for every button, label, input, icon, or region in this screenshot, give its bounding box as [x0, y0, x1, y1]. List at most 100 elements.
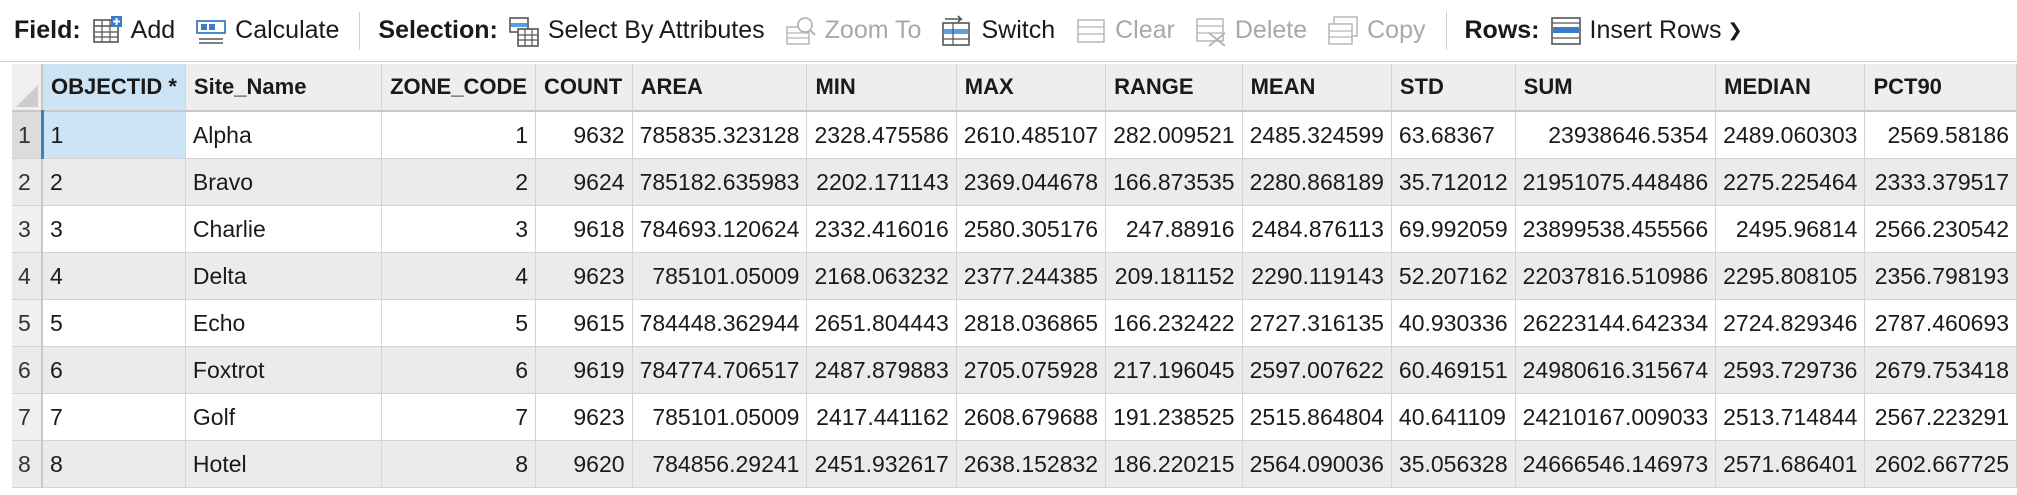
table-cell[interactable]: 785101.05009 — [632, 252, 808, 300]
table-cell[interactable]: 26223144.642334 — [1515, 299, 1717, 347]
column-header[interactable]: PCT90 — [1864, 64, 2017, 112]
table-cell[interactable]: 24666546.146973 — [1515, 440, 1717, 488]
table-cell[interactable]: 2 — [42, 158, 186, 206]
table-row[interactable]: 6 6 Foxtrot 6 9619 784774.706517 2487.879883 27… — [12, 346, 2017, 394]
table-cell[interactable]: 9623 — [535, 393, 633, 441]
table-cell[interactable]: 2651.804443 — [806, 299, 957, 347]
table-cell[interactable]: 784693.120624 — [632, 205, 808, 253]
table-cell[interactable]: 2417.441162 — [806, 393, 957, 441]
table-cell[interactable]: 2513.714844 — [1715, 393, 1866, 441]
table-cell[interactable]: 52.207162 — [1391, 252, 1516, 300]
table-cell[interactable]: 785835.323128 — [632, 111, 808, 159]
table-cell[interactable]: 3 — [381, 205, 537, 253]
table-cell[interactable]: 2724.829346 — [1715, 299, 1866, 347]
table-cell[interactable]: 2487.879883 — [806, 346, 957, 394]
table-cell[interactable]: 785182.635983 — [632, 158, 808, 206]
table-cell[interactable]: 9632 — [535, 111, 633, 159]
table-cell[interactable]: 8 — [42, 440, 186, 488]
table-cell[interactable]: 22037816.510986 — [1515, 252, 1717, 300]
table-cell[interactable]: 2202.171143 — [806, 158, 957, 206]
select-by-attributes-button[interactable]: Select By Attributes — [508, 15, 765, 47]
table-cell[interactable]: 282.009521 — [1105, 111, 1243, 159]
table-cell[interactable]: 2569.58186 — [1864, 111, 2017, 159]
table-cell[interactable]: 2593.729736 — [1715, 346, 1866, 394]
column-header[interactable]: MIN — [806, 64, 957, 112]
table-cell[interactable]: 2580.305176 — [956, 205, 1107, 253]
table-cell[interactable]: Echo — [185, 299, 383, 347]
row-number[interactable]: 6 — [12, 346, 43, 394]
table-cell[interactable]: 2356.798193 — [1864, 252, 2017, 300]
column-header[interactable]: STD — [1391, 64, 1516, 112]
table-cell[interactable]: 63.68367 — [1391, 111, 1516, 159]
table-cell[interactable]: 2818.036865 — [956, 299, 1107, 347]
table-cell[interactable]: Charlie — [185, 205, 383, 253]
table-cell[interactable]: 9615 — [535, 299, 633, 347]
table-cell[interactable]: 23899538.455566 — [1515, 205, 1717, 253]
table-cell[interactable]: 191.238525 — [1105, 393, 1243, 441]
table-cell[interactable]: 4 — [42, 252, 186, 300]
table-cell[interactable]: 2377.244385 — [956, 252, 1107, 300]
table-cell[interactable]: 784856.29241 — [632, 440, 808, 488]
table-cell[interactable]: 23938646.5354 — [1515, 111, 1717, 159]
table-cell[interactable]: 784448.362944 — [632, 299, 808, 347]
table-cell[interactable]: 7 — [381, 393, 537, 441]
table-cell[interactable]: 9623 — [535, 252, 633, 300]
table-cell[interactable]: 40.641109 — [1391, 393, 1516, 441]
table-cell[interactable]: Hotel — [185, 440, 383, 488]
table-cell[interactable]: 2597.007622 — [1242, 346, 1392, 394]
column-header[interactable]: MEDIAN — [1715, 64, 1866, 112]
table-cell[interactable]: Foxtrot — [185, 346, 383, 394]
column-header[interactable]: MAX — [956, 64, 1107, 112]
table-cell[interactable]: 166.873535 — [1105, 158, 1243, 206]
table-cell[interactable]: Golf — [185, 393, 383, 441]
switch-selection-button[interactable]: Switch — [941, 14, 1055, 47]
table-cell[interactable]: 2567.223291 — [1864, 393, 2017, 441]
table-cell[interactable]: 247.88916 — [1105, 205, 1243, 253]
table-cell[interactable]: 2 — [381, 158, 537, 206]
delete-button[interactable]: Delete — [1195, 15, 1307, 47]
table-cell[interactable]: 9619 — [535, 346, 633, 394]
table-cell[interactable]: 9618 — [535, 205, 633, 253]
table-cell[interactable]: 2489.060303 — [1715, 111, 1866, 159]
select-all-corner[interactable] — [12, 64, 43, 112]
table-cell[interactable]: 2610.485107 — [956, 111, 1107, 159]
table-row[interactable]: 7 7 Golf 7 9623 785101.05009 2417.441162 2608.6… — [12, 393, 2017, 441]
table-cell[interactable]: 166.232422 — [1105, 299, 1243, 347]
insert-rows-dropdown[interactable]: Insert Rows ❯ — [1550, 15, 1743, 47]
row-number[interactable]: 5 — [12, 299, 43, 347]
table-cell[interactable]: 40.930336 — [1391, 299, 1516, 347]
table-cell[interactable]: Bravo — [185, 158, 383, 206]
table-row[interactable]: 1 1 Alpha 1 9632 785835.323128 2328.475586 2610… — [12, 111, 2017, 159]
table-cell[interactable]: 6 — [42, 346, 186, 394]
table-cell[interactable]: 784774.706517 — [632, 346, 808, 394]
table-cell[interactable]: 2602.667725 — [1864, 440, 2017, 488]
row-number[interactable]: 7 — [12, 393, 43, 441]
column-header[interactable]: SUM — [1515, 64, 1717, 112]
table-cell[interactable]: 2485.324599 — [1242, 111, 1392, 159]
column-header[interactable]: OBJECTID * — [42, 64, 186, 112]
table-row[interactable]: 2 2 Bravo 2 9624 785182.635983 2202.171143 2369… — [12, 158, 2017, 206]
column-header[interactable]: RANGE — [1105, 64, 1243, 112]
table-cell[interactable]: 9620 — [535, 440, 633, 488]
table-cell[interactable]: 2566.230542 — [1864, 205, 2017, 253]
column-header[interactable]: MEAN — [1242, 64, 1392, 112]
table-cell[interactable]: 21951075.448486 — [1515, 158, 1717, 206]
table-cell[interactable]: 7 — [42, 393, 186, 441]
table-cell[interactable]: 2515.864804 — [1242, 393, 1392, 441]
table-cell[interactable]: 2451.932617 — [806, 440, 957, 488]
table-cell[interactable]: Alpha — [185, 111, 383, 159]
table-cell[interactable]: 2275.225464 — [1715, 158, 1866, 206]
table-cell[interactable]: 2495.96814 — [1715, 205, 1866, 253]
clear-selection-button[interactable]: Clear — [1075, 15, 1175, 47]
table-cell[interactable]: 35.056328 — [1391, 440, 1516, 488]
table-cell[interactable]: 3 — [42, 205, 186, 253]
table-row[interactable]: 8 8 Hotel 8 9620 784856.29241 2451.932617 2638.… — [12, 440, 2017, 488]
table-cell[interactable]: 2727.316135 — [1242, 299, 1392, 347]
row-number[interactable]: 2 — [12, 158, 43, 206]
table-cell[interactable]: 2168.063232 — [806, 252, 957, 300]
table-cell[interactable]: 4 — [381, 252, 537, 300]
row-number[interactable]: 3 — [12, 205, 43, 253]
table-cell[interactable]: 69.992059 — [1391, 205, 1516, 253]
table-cell[interactable]: 186.220215 — [1105, 440, 1243, 488]
table-cell[interactable]: 24210167.009033 — [1515, 393, 1717, 441]
